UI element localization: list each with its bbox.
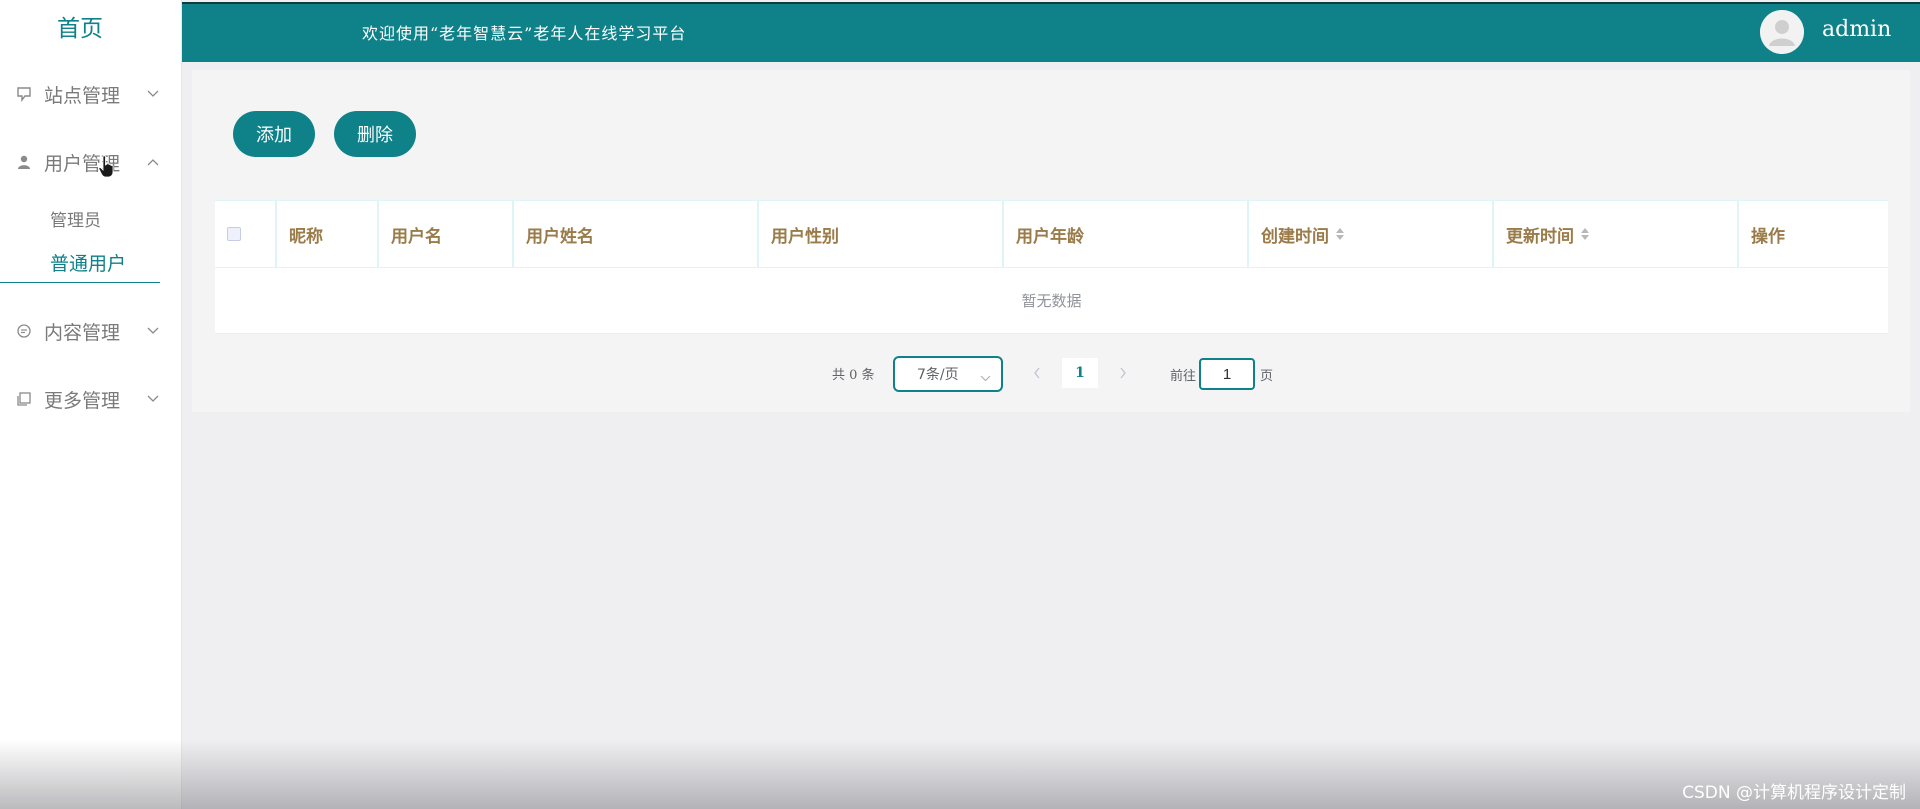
column-header-username: 用户名: [379, 201, 514, 267]
delete-button[interactable]: 删除: [334, 111, 416, 157]
top-bar: 欢迎使用“老年智慧云”老年人在线学习平台 admin: [182, 2, 1920, 62]
column-header-actions: 操作: [1751, 226, 1785, 247]
bottom-shade: [0, 740, 1920, 809]
select-all-checkbox[interactable]: [227, 227, 241, 241]
add-button[interactable]: 添加: [233, 111, 315, 157]
menu-label: 站点管理: [44, 84, 121, 107]
chevron-up-icon: [146, 155, 160, 169]
chevron-down-icon: [146, 392, 160, 406]
monitor-icon: [15, 85, 33, 103]
chat-icon: [15, 322, 33, 340]
sort-icon[interactable]: [1336, 228, 1344, 240]
username[interactable]: admin: [1822, 17, 1891, 42]
goto-page-input[interactable]: [1199, 358, 1255, 390]
submenu-normal-user[interactable]: 普通用户: [0, 243, 160, 283]
table-header: 昵称 用户名 用户姓名 用户性别 用户年龄 创建时间 更新时间 操作: [215, 200, 1888, 268]
chevron-down-icon: [980, 370, 991, 386]
user-table: 昵称 用户名 用户姓名 用户性别 用户年龄 创建时间 更新时间 操作 暂无数据: [215, 200, 1888, 334]
goto-label: 前往: [1170, 369, 1197, 384]
menu-content-management[interactable]: 内容管理: [0, 309, 182, 353]
chevron-down-icon: [146, 324, 160, 338]
column-header-updated[interactable]: 更新时间: [1494, 201, 1739, 267]
menu-site-management[interactable]: 站点管理: [0, 72, 182, 116]
select-all-cell: [215, 201, 277, 267]
goto-suffix: 页: [1260, 369, 1274, 384]
page-size-value: 7条/页: [917, 367, 959, 383]
total-count: 共 0 条: [832, 368, 875, 383]
column-label: 更新时间: [1506, 226, 1574, 247]
pagination: 共 0 条 7条/页 1 前往 页: [192, 356, 1910, 396]
avatar[interactable]: [1760, 10, 1804, 54]
menu-label: 内容管理: [44, 321, 121, 344]
chevron-right-icon: [1120, 367, 1126, 379]
column-header-age: 用户年龄: [1004, 201, 1249, 267]
avatar-icon: [1760, 10, 1804, 54]
empty-text: 暂无数据: [215, 268, 1888, 334]
chevron-down-icon: [146, 87, 160, 101]
user-icon: [15, 153, 33, 171]
page-number[interactable]: 1: [1062, 358, 1098, 388]
column-header-realname: 用户姓名: [514, 201, 759, 267]
page-size-select[interactable]: 7条/页: [893, 356, 1003, 392]
menu-more-management[interactable]: 更多管理: [0, 377, 182, 421]
main-panel: 添加 删除 昵称 用户名 用户姓名 用户性别 用户年龄 创建时间 更新时间 操作…: [192, 70, 1910, 412]
welcome-text: 欢迎使用“老年智慧云”老年人在线学习平台: [362, 24, 687, 43]
next-page-button[interactable]: [1106, 358, 1140, 388]
sidebar: 首页 站点管理 用户管理 管理员 普通用户 内容管理 更多管理: [0, 0, 182, 809]
column-header-nickname: 昵称: [277, 201, 379, 267]
menu-label: 更多管理: [44, 389, 121, 412]
submenu-admin[interactable]: 管理员: [0, 198, 160, 238]
home-link[interactable]: 首页: [0, 0, 160, 52]
menu-user-management[interactable]: 用户管理: [0, 140, 182, 184]
prev-page-button[interactable]: [1020, 358, 1054, 388]
column-header-created[interactable]: 创建时间: [1249, 201, 1494, 267]
copy-icon: [15, 390, 33, 408]
watermark: CSDN @计算机程序设计定制: [1682, 783, 1906, 803]
chevron-left-icon: [1034, 367, 1040, 379]
hand-cursor-icon: [98, 155, 116, 183]
column-header-gender: 用户性别: [759, 201, 1004, 267]
column-label: 创建时间: [1261, 226, 1329, 247]
sort-icon[interactable]: [1581, 228, 1589, 240]
